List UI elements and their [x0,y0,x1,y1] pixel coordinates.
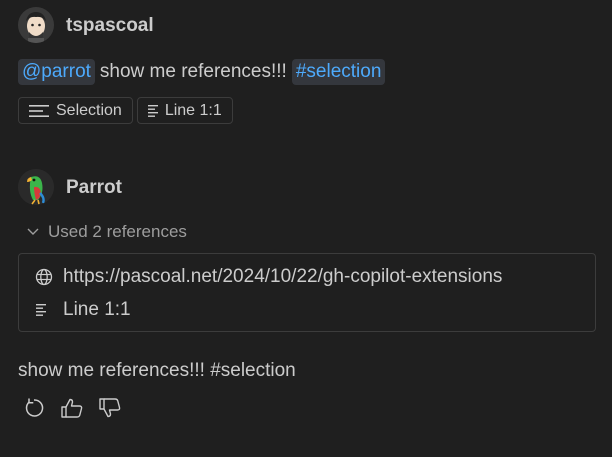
used-references-toggle[interactable]: Used 2 references [26,222,187,242]
user-name: tspascoal [66,15,154,36]
selection-icon [28,104,50,118]
chat-panel: tspascoal @parrot show me references!!! … [0,0,612,457]
response-actions [22,397,122,424]
context-chip-line[interactable]: Line 1:1 [136,97,233,124]
thumbs-down-icon [98,397,122,424]
parrot-avatar[interactable] [18,169,54,205]
context-chip-label: Line 1:1 [164,101,222,119]
agent-name: Parrot [66,177,122,198]
selection-variable[interactable]: #selection [291,59,386,85]
used-references-label: Used 2 references [48,222,187,241]
thumbs-down-button[interactable] [98,397,122,424]
retry-button[interactable] [22,398,46,422]
globe-icon [35,268,55,286]
thumbs-up-button[interactable] [60,398,84,422]
user-message: @parrot show me references!!! #selection [18,58,386,86]
context-chip-label: Selection [56,101,122,119]
references-list: https://pascoal.net/2024/10/22/gh-copilo… [18,253,596,332]
agent-response-text: show me references!!! #selection [18,360,296,381]
context-chip-selection[interactable]: Selection [18,97,133,124]
agent-mention[interactable]: @parrot [18,59,95,85]
user-message-text: show me references!!! [99,61,287,82]
reference-label: https://pascoal.net/2024/10/22/gh-copilo… [63,266,503,287]
lines-icon [147,104,159,118]
refresh-icon [23,397,45,424]
reference-item-line[interactable]: Line 1:1 [35,299,131,321]
user-avatar[interactable] [18,7,54,43]
chevron-down-icon [26,227,40,237]
reference-label: Line 1:1 [63,299,131,320]
context-attachments: Selection Line 1:1 [18,97,233,124]
lines-icon [35,303,55,317]
thumbs-up-icon [60,397,84,424]
reference-item-url[interactable]: https://pascoal.net/2024/10/22/gh-copilo… [35,266,502,288]
